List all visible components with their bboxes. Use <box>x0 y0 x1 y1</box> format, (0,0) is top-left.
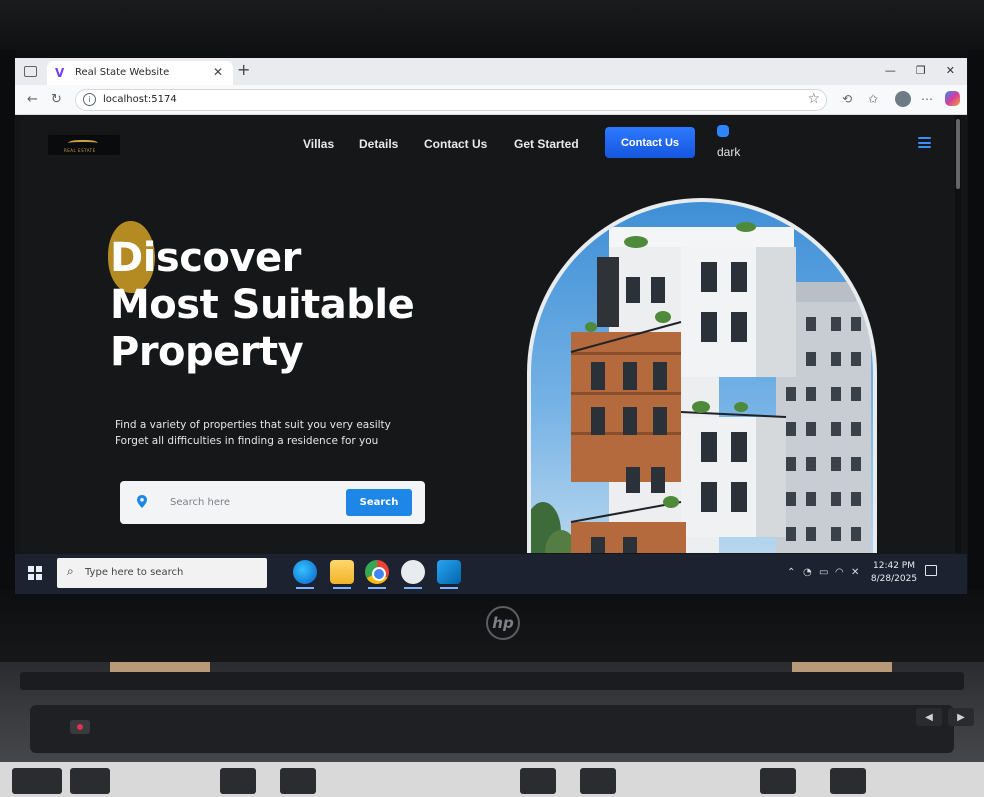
apartment-building-illustration <box>531 222 871 553</box>
close-tab-icon[interactable]: ✕ <box>213 65 223 79</box>
chrome-icon[interactable] <box>365 560 389 589</box>
hp-logo: hp <box>486 606 520 640</box>
new-tab-icon[interactable]: + <box>237 60 250 79</box>
reload-icon[interactable]: ↻ <box>51 92 62 107</box>
laptop-bezel-left <box>0 50 16 610</box>
page-scrollbar[interactable] <box>955 115 961 553</box>
arch-frame <box>527 198 877 553</box>
hinge-reflection-right <box>792 662 892 672</box>
contact-us-button[interactable]: Contact Us <box>605 127 695 158</box>
theme-toggle-label[interactable]: dark <box>717 145 740 159</box>
meet-now-icon[interactable]: ◔ <box>803 567 812 578</box>
nav-link-details[interactable]: Details <box>359 137 398 151</box>
browser-tab[interactable]: V Real State Website ✕ <box>47 61 233 85</box>
logo-text: REAL ESTATE <box>64 148 96 153</box>
chatgpt-icon[interactable] <box>401 560 425 589</box>
laptop-hinge <box>20 672 964 690</box>
vite-favicon-icon: V <box>55 66 65 80</box>
key <box>12 768 62 794</box>
restore-button[interactable]: ❐ <box>916 64 926 77</box>
taskbar-search-box[interactable]: ⌕ Type here to search <box>57 558 267 588</box>
window-controls: — ❐ ✕ <box>885 64 955 77</box>
back-icon[interactable]: ← <box>27 92 38 107</box>
key <box>220 768 256 794</box>
property-search-bar: Search <box>120 481 425 524</box>
nav-link-get-started[interactable]: Get Started <box>514 137 579 151</box>
site-logo[interactable]: REAL ESTATE <box>48 135 120 155</box>
battery-icon[interactable]: ▭ <box>819 567 828 578</box>
logo-roof-icon <box>68 140 98 148</box>
clock-date: 8/28/2025 <box>870 574 918 584</box>
clock[interactable]: 12:42 PM 8/28/2025 <box>870 560 918 586</box>
search-input[interactable] <box>170 491 335 513</box>
close-window-button[interactable]: ✕ <box>946 64 955 77</box>
favorite-star-icon[interactable]: ☆ <box>807 91 820 107</box>
key <box>830 768 866 794</box>
laptop-screen: V Real State Website ✕ + — ❐ ✕ ← ↻ i loc… <box>15 58 967 594</box>
tray-overflow-icon[interactable]: ⌃ <box>787 567 795 578</box>
keyboard-function-row <box>0 762 984 797</box>
hero-subtitle: Find a variety of properties that suit y… <box>115 419 391 447</box>
key <box>520 768 556 794</box>
location-pin-icon <box>137 495 147 508</box>
notification-center-icon[interactable] <box>925 565 937 576</box>
power-button <box>70 720 90 734</box>
site-info-icon[interactable]: i <box>83 93 96 106</box>
nav-link-villas[interactable]: Villas <box>303 137 334 151</box>
clock-time: 12:42 PM <box>873 561 915 571</box>
file-explorer-icon[interactable] <box>330 560 354 589</box>
website-viewport: REAL ESTATE Villas Details Contact Us Ge… <box>20 115 961 553</box>
theme-toggle-icon[interactable] <box>717 125 729 137</box>
address-bar[interactable]: i localhost:5174 ☆ <box>75 89 827 111</box>
key <box>70 768 110 794</box>
browser-toolbar: ← ↻ i localhost:5174 ☆ ⟲ ✩ ⋯ <box>15 85 967 115</box>
search-button[interactable]: Search <box>346 489 412 516</box>
favorites-icon[interactable]: ✩ <box>868 92 878 106</box>
copilot-icon[interactable] <box>945 91 960 106</box>
keyboard-top-row <box>30 705 954 753</box>
minimize-button[interactable]: — <box>885 64 896 77</box>
hamburger-menu-icon[interactable] <box>918 137 931 148</box>
sidebar-toggle-icon[interactable] <box>24 66 37 77</box>
extensions-icon[interactable]: ⟲ <box>842 92 852 106</box>
hinge-reflection-left <box>110 662 210 672</box>
nav-link-contact-us[interactable]: Contact Us <box>424 137 487 151</box>
key <box>280 768 316 794</box>
windows-start-icon[interactable] <box>28 566 42 580</box>
windows-taskbar: ⌕ Type here to search ⌃ ◔ ▭ ◠ ✕ 12:42 PM… <box>15 554 967 594</box>
volume-down-key: ◀ <box>916 708 942 726</box>
address-url[interactable]: localhost:5174 <box>103 94 177 105</box>
tab-title: Real State Website <box>75 67 170 78</box>
laptop-bezel-right <box>968 50 984 610</box>
key <box>580 768 616 794</box>
volume-muted-icon[interactable]: ✕ <box>851 567 859 578</box>
laptop-bezel-top <box>0 0 984 60</box>
hero-image-arch <box>527 198 877 553</box>
vscode-icon[interactable] <box>437 560 461 589</box>
browser-tab-strip: V Real State Website ✕ + — ❐ ✕ <box>15 58 967 85</box>
wifi-icon[interactable]: ◠ <box>835 567 844 578</box>
volume-up-key: ▶ <box>948 708 974 726</box>
hero-title: Discover Most Suitable Property <box>110 235 415 375</box>
key <box>760 768 796 794</box>
building-photo <box>531 202 873 553</box>
search-icon: ⌕ <box>67 564 74 578</box>
taskbar-search-placeholder: Type here to search <box>85 567 184 578</box>
edge-icon[interactable] <box>293 560 317 589</box>
profile-avatar[interactable] <box>895 91 911 107</box>
more-menu-icon[interactable]: ⋯ <box>921 92 933 106</box>
